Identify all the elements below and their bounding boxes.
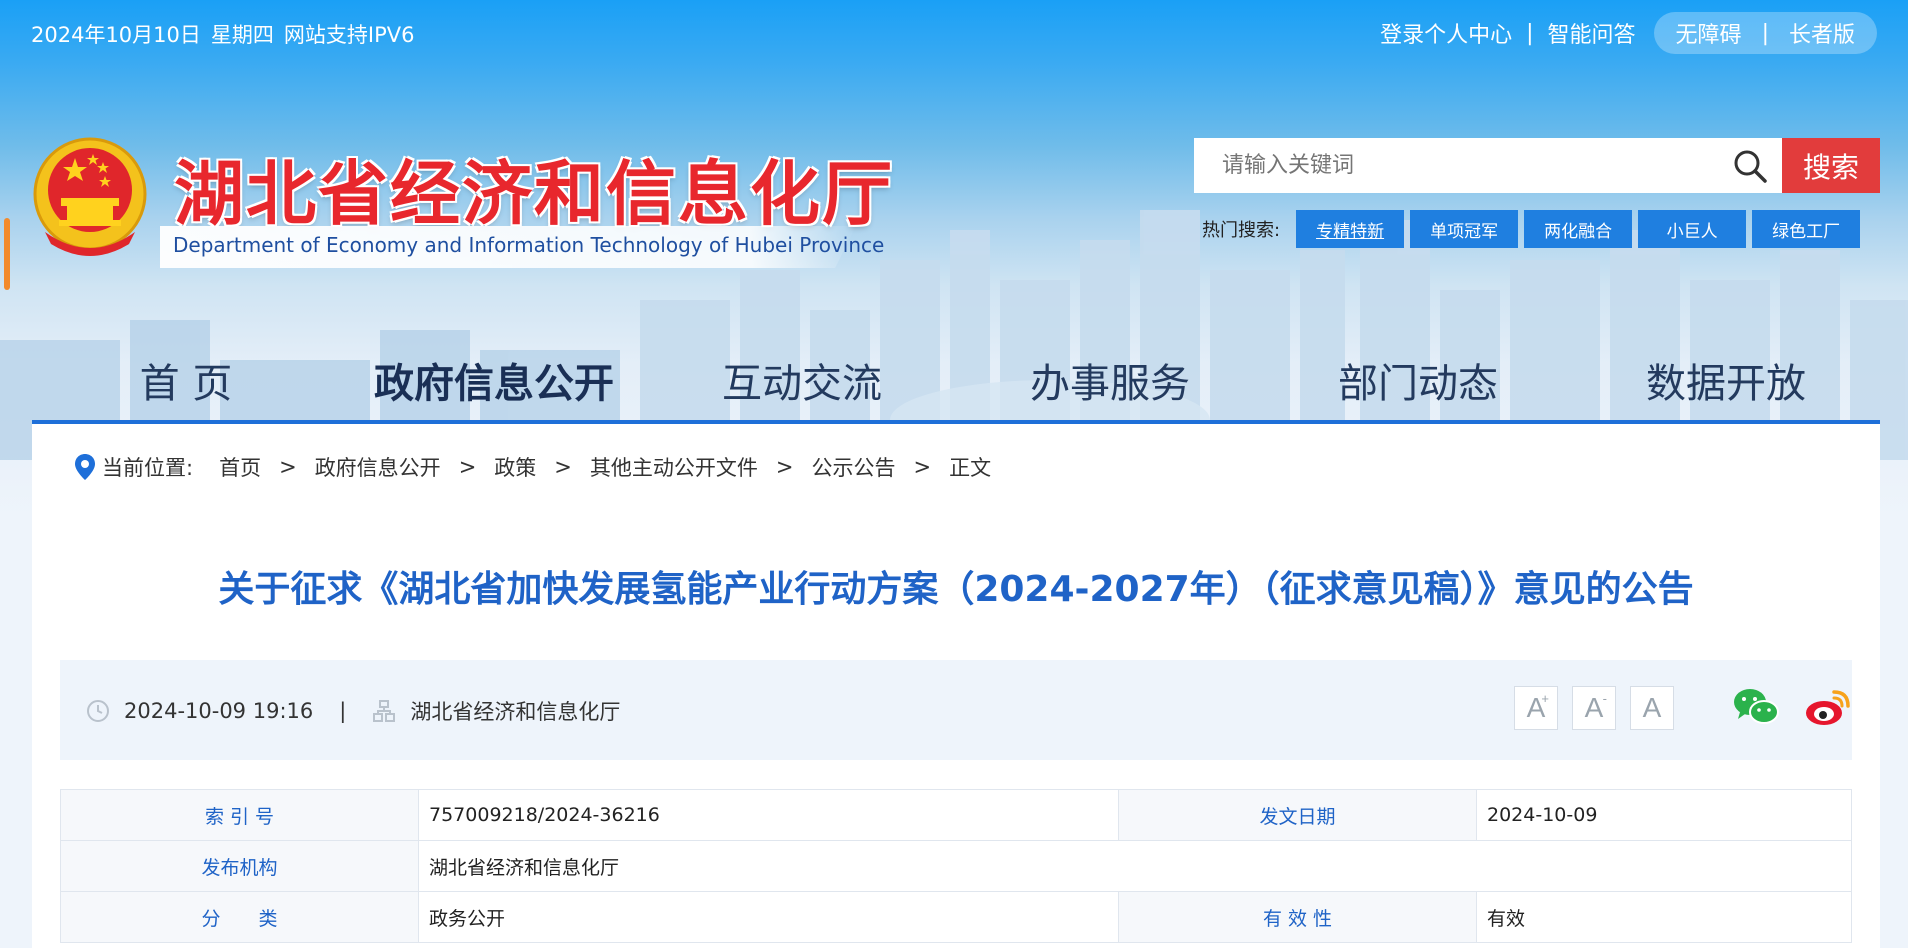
- login-link[interactable]: 登录个人中心: [1380, 17, 1512, 49]
- font-default-glyph: A: [1642, 692, 1662, 723]
- date-label: 发文日期: [1118, 789, 1477, 841]
- hot-tag[interactable]: 专精特新: [1296, 210, 1405, 248]
- article-source: 湖北省经济和信息化厅: [410, 700, 621, 724]
- national-emblem-icon[interactable]: [31, 136, 149, 260]
- breadcrumb-item[interactable]: 其他主动公开文件: [590, 452, 758, 482]
- font-smaller-mark: -: [1602, 691, 1607, 706]
- font-larger-button[interactable]: A +: [1514, 686, 1558, 730]
- nav-interaction[interactable]: 互动交流: [648, 351, 956, 409]
- breadcrumb-item[interactable]: 政策: [494, 452, 536, 482]
- font-smaller-glyph: A: [1584, 692, 1604, 723]
- side-float-tab[interactable]: [4, 218, 10, 290]
- location-pin-icon: [75, 454, 95, 480]
- share-buttons: [1732, 686, 1852, 728]
- category-value: 政务公开: [418, 891, 1119, 943]
- breadcrumb-separator: >: [775, 455, 794, 479]
- table-row: 索 引 号 757009218/2024-36216 发文日期 2024-10-…: [60, 789, 1852, 841]
- wechat-icon[interactable]: [1732, 686, 1780, 728]
- pill-separator: |: [1761, 20, 1769, 46]
- breadcrumb-separator: >: [554, 455, 572, 479]
- table-row: 发布机构 湖北省经济和信息化厅: [60, 840, 1852, 892]
- index-label: 索 引 号: [60, 789, 419, 841]
- font-default-button[interactable]: A: [1630, 686, 1674, 730]
- breadcrumb-separator: >: [279, 455, 297, 479]
- font-larger-mark: +: [1541, 691, 1549, 706]
- topbar-separator: |: [1526, 20, 1534, 46]
- meta-divider: |: [339, 699, 347, 723]
- main-nav: 首 页 政府信息公开 互动交流 办事服务 部门动态 数据开放: [32, 340, 1880, 420]
- validity-value: 有效: [1476, 891, 1852, 943]
- hot-tag[interactable]: 两化融合: [1524, 210, 1633, 248]
- document-info-table: 索 引 号 757009218/2024-36216 发文日期 2024-10-…: [60, 789, 1852, 943]
- topbar-links: 登录个人中心 | 智能问答 无障碍 | 长者版: [1380, 12, 1877, 54]
- breadcrumb-item[interactable]: 首页: [219, 452, 261, 482]
- date-value: 2024-10-09: [1476, 789, 1852, 841]
- topbar-info: 2024年10月10日 星期四 网站支持IPV6: [31, 19, 414, 49]
- breadcrumb-label: 当前位置:: [102, 456, 194, 480]
- table-row: 分 类 政务公开 有 效 性 有效: [60, 891, 1852, 943]
- site-logo-subtitle: Department of Economy and Information Te…: [173, 233, 885, 257]
- hot-tag[interactable]: 单项冠军: [1410, 210, 1519, 248]
- breadcrumb-item[interactable]: 公示公告: [812, 452, 896, 482]
- search-input[interactable]: [1222, 153, 1702, 178]
- page: 2024年10月10日 星期四 网站支持IPV6 登录个人中心 | 智能问答 无…: [0, 0, 1908, 948]
- search-box: [1194, 138, 1782, 193]
- nav-home[interactable]: 首 页: [32, 351, 340, 409]
- accessibility-pill: 无障碍 | 长者版: [1653, 12, 1877, 54]
- clock-icon: [87, 700, 109, 722]
- article-title: 关于征求《湖北省加快发展氢能产业行动方案（2024-2027年）（征求意见稿）》…: [218, 569, 1694, 610]
- breadcrumb-separator: >: [458, 455, 477, 479]
- font-size-controls: A + A- A: [1514, 686, 1674, 730]
- breadcrumb-separator: >: [913, 455, 932, 479]
- index-value: 757009218/2024-36216: [418, 789, 1119, 841]
- site-logo-title[interactable]: 湖北省经济和信息化厅: [174, 138, 894, 239]
- category-label: 分 类: [60, 891, 419, 943]
- smart-qa-link[interactable]: 智能问答: [1548, 17, 1636, 49]
- hot-tag[interactable]: 小巨人: [1638, 210, 1747, 248]
- hot-search: 热门搜索: 专精特新 单项冠军 两化融合 小巨人 绿色工厂: [1202, 210, 1861, 248]
- article-meta-bar: 2024-10-09 19:16 | 湖北省经济和信息化厅 A + A- A: [60, 660, 1852, 760]
- accessibility-link[interactable]: 无障碍: [1676, 17, 1742, 49]
- hot-tag[interactable]: 绿色工厂: [1752, 210, 1861, 248]
- article-datetime: 2024-10-09 19:16: [124, 699, 314, 723]
- weibo-icon[interactable]: [1804, 686, 1852, 728]
- nav-department-news[interactable]: 部门动态: [1264, 351, 1572, 409]
- org-value: 湖北省经济和信息化厅: [418, 840, 1852, 892]
- content-card: 当前位置: 首页 > 政府信息公开 > 政策 > 其他主动公开文件 > 公示公告…: [32, 424, 1880, 948]
- hot-search-label: 热门搜索:: [1202, 220, 1281, 241]
- current-weekday: 星期四: [210, 23, 274, 47]
- search-button[interactable]: 搜索: [1782, 138, 1880, 193]
- article-meta: 2024-10-09 19:16 | 湖北省经济和信息化厅: [86, 696, 620, 726]
- org-label: 发布机构: [60, 840, 419, 892]
- nav-open-data[interactable]: 数据开放: [1572, 351, 1880, 409]
- ipv6-support-text: 网站支持IPV6: [283, 23, 415, 47]
- breadcrumb: 当前位置: 首页 > 政府信息公开 > 政策 > 其他主动公开文件 > 公示公告…: [74, 452, 991, 482]
- nav-gov-info[interactable]: 政府信息公开: [340, 351, 648, 409]
- nav-services[interactable]: 办事服务: [956, 351, 1264, 409]
- search-icon[interactable]: [1732, 148, 1768, 184]
- breadcrumb-current: 正文: [949, 456, 992, 480]
- elderly-mode-link[interactable]: 长者版: [1789, 17, 1855, 49]
- current-date: 2024年10月10日: [31, 23, 201, 47]
- breadcrumb-item[interactable]: 政府信息公开: [315, 452, 441, 482]
- font-smaller-button[interactable]: A-: [1572, 686, 1616, 730]
- validity-label: 有 效 性: [1118, 891, 1477, 943]
- organization-icon: [373, 700, 396, 722]
